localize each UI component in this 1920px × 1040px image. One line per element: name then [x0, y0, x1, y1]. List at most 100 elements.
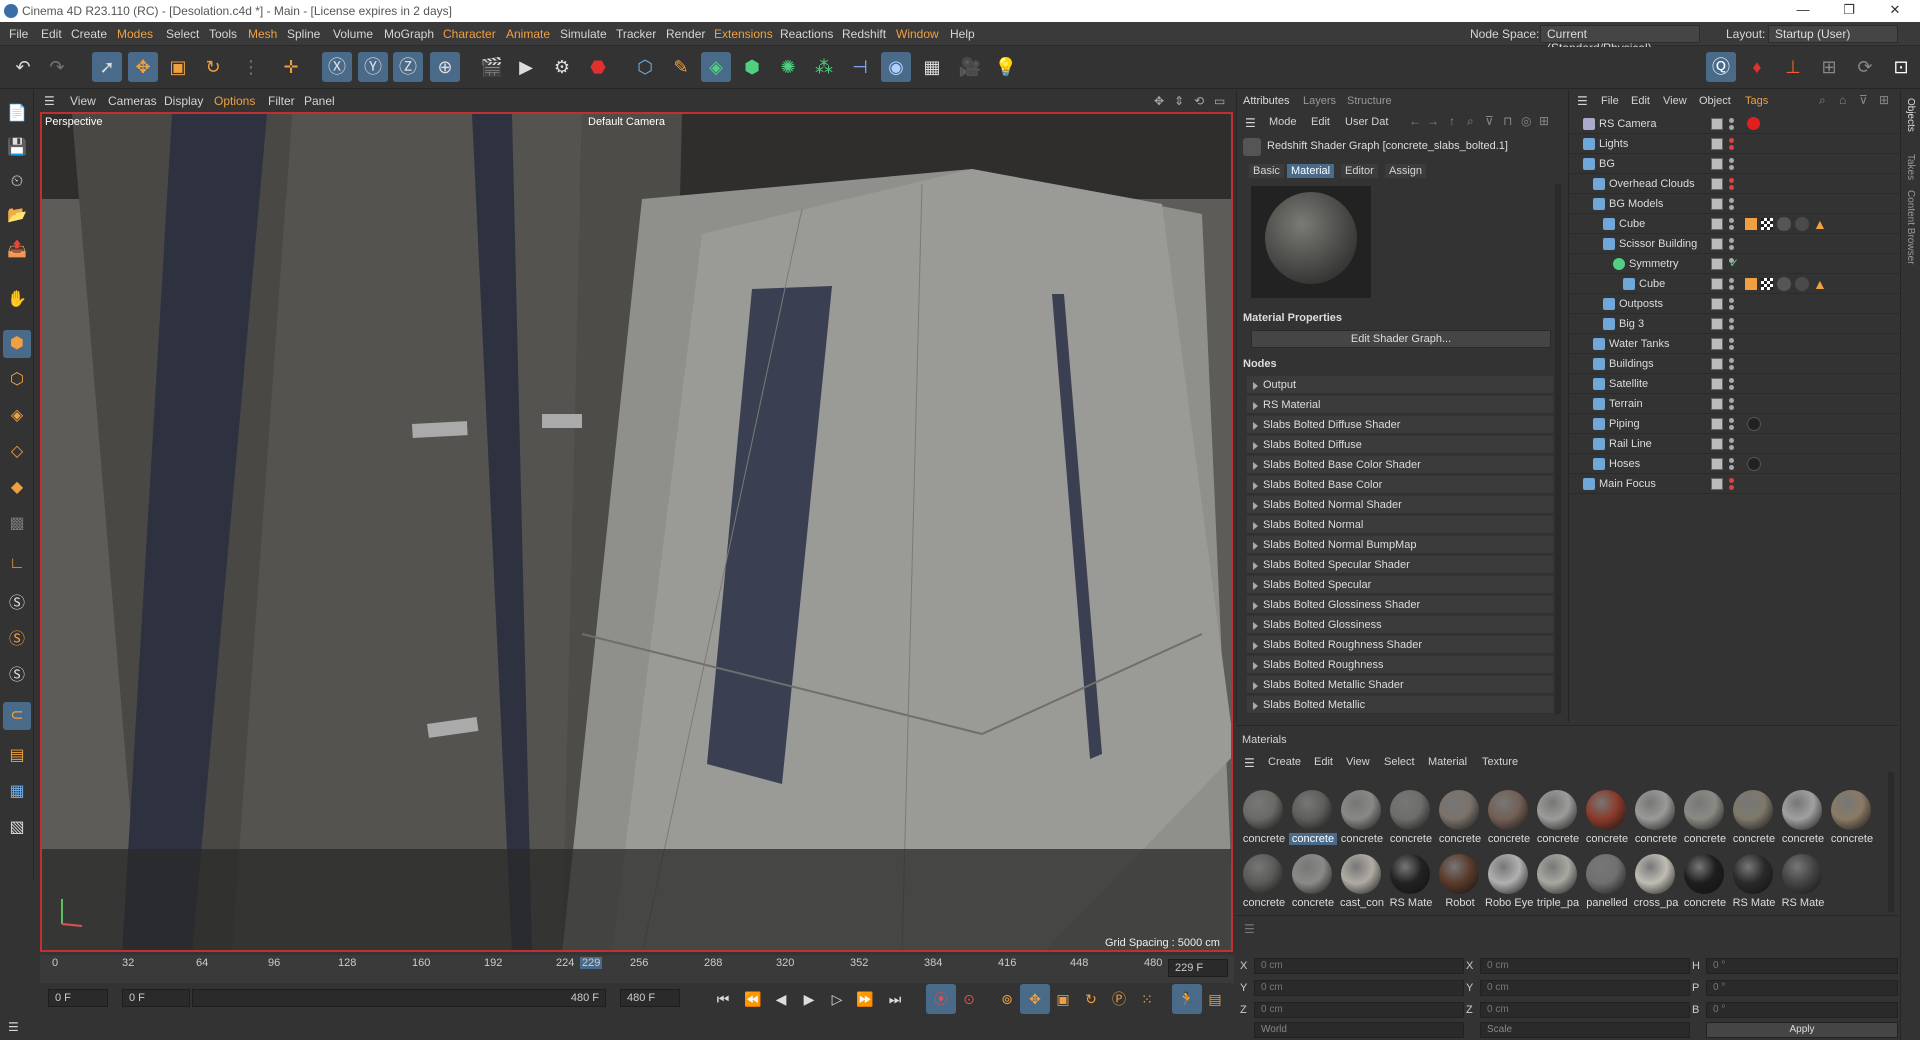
material-swatch[interactable]: concrete: [1485, 788, 1531, 846]
attributes-menu-mode[interactable]: Mode: [1269, 116, 1297, 128]
forward-arrow-icon[interactable]: →: [1427, 114, 1439, 128]
open-icon[interactable]: 📂: [3, 202, 31, 230]
menu-volume[interactable]: Volume: [333, 27, 373, 41]
menu-extensions[interactable]: Extensions: [714, 27, 773, 41]
record-keys-icon[interactable]: ⦿: [926, 984, 956, 1014]
objects-menu-view[interactable]: View: [1663, 95, 1687, 107]
phong-tag-icon[interactable]: [1745, 218, 1757, 230]
material-swatch[interactable]: concrete: [1779, 788, 1825, 846]
next-frame-icon[interactable]: ▷: [822, 984, 852, 1014]
points-mode-icon[interactable]: ◈: [3, 402, 31, 430]
minimize-button[interactable]: —: [1780, 2, 1826, 20]
material-swatch[interactable]: concrete: [1289, 788, 1337, 846]
key-position-icon[interactable]: ✥: [1020, 984, 1050, 1014]
material-swatch[interactable]: concrete: [1534, 788, 1580, 846]
scale-tool-icon[interactable]: ▣: [163, 52, 193, 82]
node-item[interactable]: Slabs Bolted Diffuse: [1247, 436, 1553, 454]
attributes-menu-icon[interactable]: ☰: [1245, 116, 1256, 130]
visibility-toggle[interactable]: [1711, 418, 1723, 430]
phong-tag-icon[interactable]: [1745, 278, 1757, 290]
visibility-toggle[interactable]: [1711, 118, 1723, 130]
material-swatch[interactable]: concrete: [1681, 788, 1727, 846]
layout-select[interactable]: Startup (User): [1768, 25, 1898, 43]
object-row[interactable]: Cube ▲: [1569, 214, 1899, 234]
menu-select[interactable]: Select: [166, 27, 199, 41]
uvw-tag-icon[interactable]: [1761, 278, 1773, 290]
objects-home-icon[interactable]: ⌂: [1839, 93, 1846, 107]
timeline-ruler[interactable]: 0 32 64 96 128 160 192 224 229 256 288 3…: [40, 955, 1234, 983]
enabled-check-icon[interactable]: ✓: [1729, 256, 1739, 270]
visibility-toggle[interactable]: [1711, 478, 1723, 490]
menu-window[interactable]: Window: [896, 27, 939, 41]
object-row[interactable]: Symmetry ✓: [1569, 254, 1899, 274]
key-scale-icon[interactable]: ▣: [1048, 984, 1078, 1014]
qr-plugin-icon[interactable]: Ⓠ: [1706, 52, 1736, 82]
objects-search-icon[interactable]: ⌕: [1819, 93, 1826, 108]
node-item[interactable]: Slabs Bolted Metallic: [1247, 696, 1553, 714]
edges-mode-icon[interactable]: ◇: [3, 438, 31, 466]
tab-structure[interactable]: Structure: [1347, 95, 1392, 107]
material-tag-icon[interactable]: [1747, 417, 1761, 431]
viewport-pan-icon[interactable]: ✥: [1154, 94, 1164, 108]
size-mode-select[interactable]: Scale: [1480, 1022, 1690, 1038]
size-x-field[interactable]: 0 cm: [1480, 958, 1690, 974]
search-icon[interactable]: ⌕: [1467, 114, 1474, 129]
material-swatch[interactable]: concrete: [1338, 788, 1384, 846]
material-swatch[interactable]: concrete: [1387, 788, 1433, 846]
position-x-field[interactable]: 0 cm: [1254, 958, 1464, 974]
material-tag-icon[interactable]: [1795, 217, 1809, 231]
snap-s1-icon[interactable]: Ⓢ: [3, 590, 31, 618]
status-menu-icon[interactable]: ☰: [8, 1020, 19, 1034]
floor-icon[interactable]: ▦: [917, 52, 947, 82]
key-rotation-icon[interactable]: ↻: [1076, 984, 1106, 1014]
render-region-icon[interactable]: 🎬: [477, 52, 507, 82]
viewport-rotate-icon[interactable]: ⟲: [1194, 94, 1204, 108]
up-arrow-icon[interactable]: ↑: [1449, 114, 1455, 128]
autokey-icon[interactable]: ⊙: [954, 984, 984, 1014]
object-row[interactable]: Piping: [1569, 414, 1899, 434]
key-pla-icon[interactable]: ⁙: [1132, 984, 1162, 1014]
material-tag-icon[interactable]: [1747, 457, 1761, 471]
z-axis-icon[interactable]: Ⓩ: [393, 52, 423, 82]
visibility-toggle[interactable]: [1711, 258, 1723, 270]
key-param-icon[interactable]: Ⓟ: [1104, 984, 1134, 1014]
uv-mode-icon[interactable]: ▩: [3, 510, 31, 538]
field-icon[interactable]: ◉: [881, 52, 911, 82]
node-item[interactable]: Slabs Bolted Base Color: [1247, 476, 1553, 494]
paint-icon[interactable]: ✋: [3, 286, 31, 314]
menu-render[interactable]: Render: [666, 27, 705, 41]
menu-help[interactable]: Help: [950, 27, 975, 41]
material-swatch[interactable]: concrete: [1240, 852, 1286, 910]
magnet-icon[interactable]: ⊂: [3, 702, 31, 730]
material-swatch[interactable]: concrete: [1583, 788, 1629, 846]
objects-menu-edit[interactable]: Edit: [1631, 95, 1650, 107]
menu-file[interactable]: File: [9, 27, 28, 41]
motion-icon[interactable]: 🏃: [1172, 984, 1202, 1014]
viewport-menu-filter[interactable]: Filter: [268, 94, 295, 108]
history-icon[interactable]: ⏲: [3, 168, 31, 196]
visibility-toggle[interactable]: [1711, 458, 1723, 470]
material-swatch[interactable]: RS Mate: [1387, 852, 1433, 910]
subtab-basic[interactable]: Basic: [1249, 164, 1284, 178]
object-row[interactable]: RS Camera: [1569, 114, 1899, 134]
start-frame-field[interactable]: 0 F: [48, 989, 108, 1007]
attributes-menu-edit[interactable]: Edit: [1311, 116, 1330, 128]
subtab-editor[interactable]: Editor: [1341, 164, 1378, 178]
tab-attributes[interactable]: Attributes: [1243, 95, 1289, 107]
material-swatch[interactable]: concrete: [1681, 852, 1727, 910]
spline-pen-icon[interactable]: ✎: [666, 52, 696, 82]
object-row[interactable]: Main Focus: [1569, 474, 1899, 494]
position-y-field[interactable]: 0 cm: [1254, 980, 1464, 996]
visibility-toggle[interactable]: [1711, 298, 1723, 310]
model-mode-icon[interactable]: ⬢: [3, 330, 31, 358]
maximize-button[interactable]: ❐: [1826, 2, 1872, 20]
node-item[interactable]: Slabs Bolted Specular: [1247, 576, 1553, 594]
node-item[interactable]: Slabs Bolted Roughness Shader: [1247, 636, 1553, 654]
material-swatch[interactable]: Robo Eye: [1485, 852, 1533, 910]
node-item[interactable]: Slabs Bolted Specular Shader: [1247, 556, 1553, 574]
object-row[interactable]: Buildings: [1569, 354, 1899, 374]
visibility-toggle[interactable]: [1711, 158, 1723, 170]
visibility-toggle[interactable]: [1711, 218, 1723, 230]
visibility-toggle[interactable]: [1711, 438, 1723, 450]
tab-objects[interactable]: Objects: [1905, 98, 1916, 132]
